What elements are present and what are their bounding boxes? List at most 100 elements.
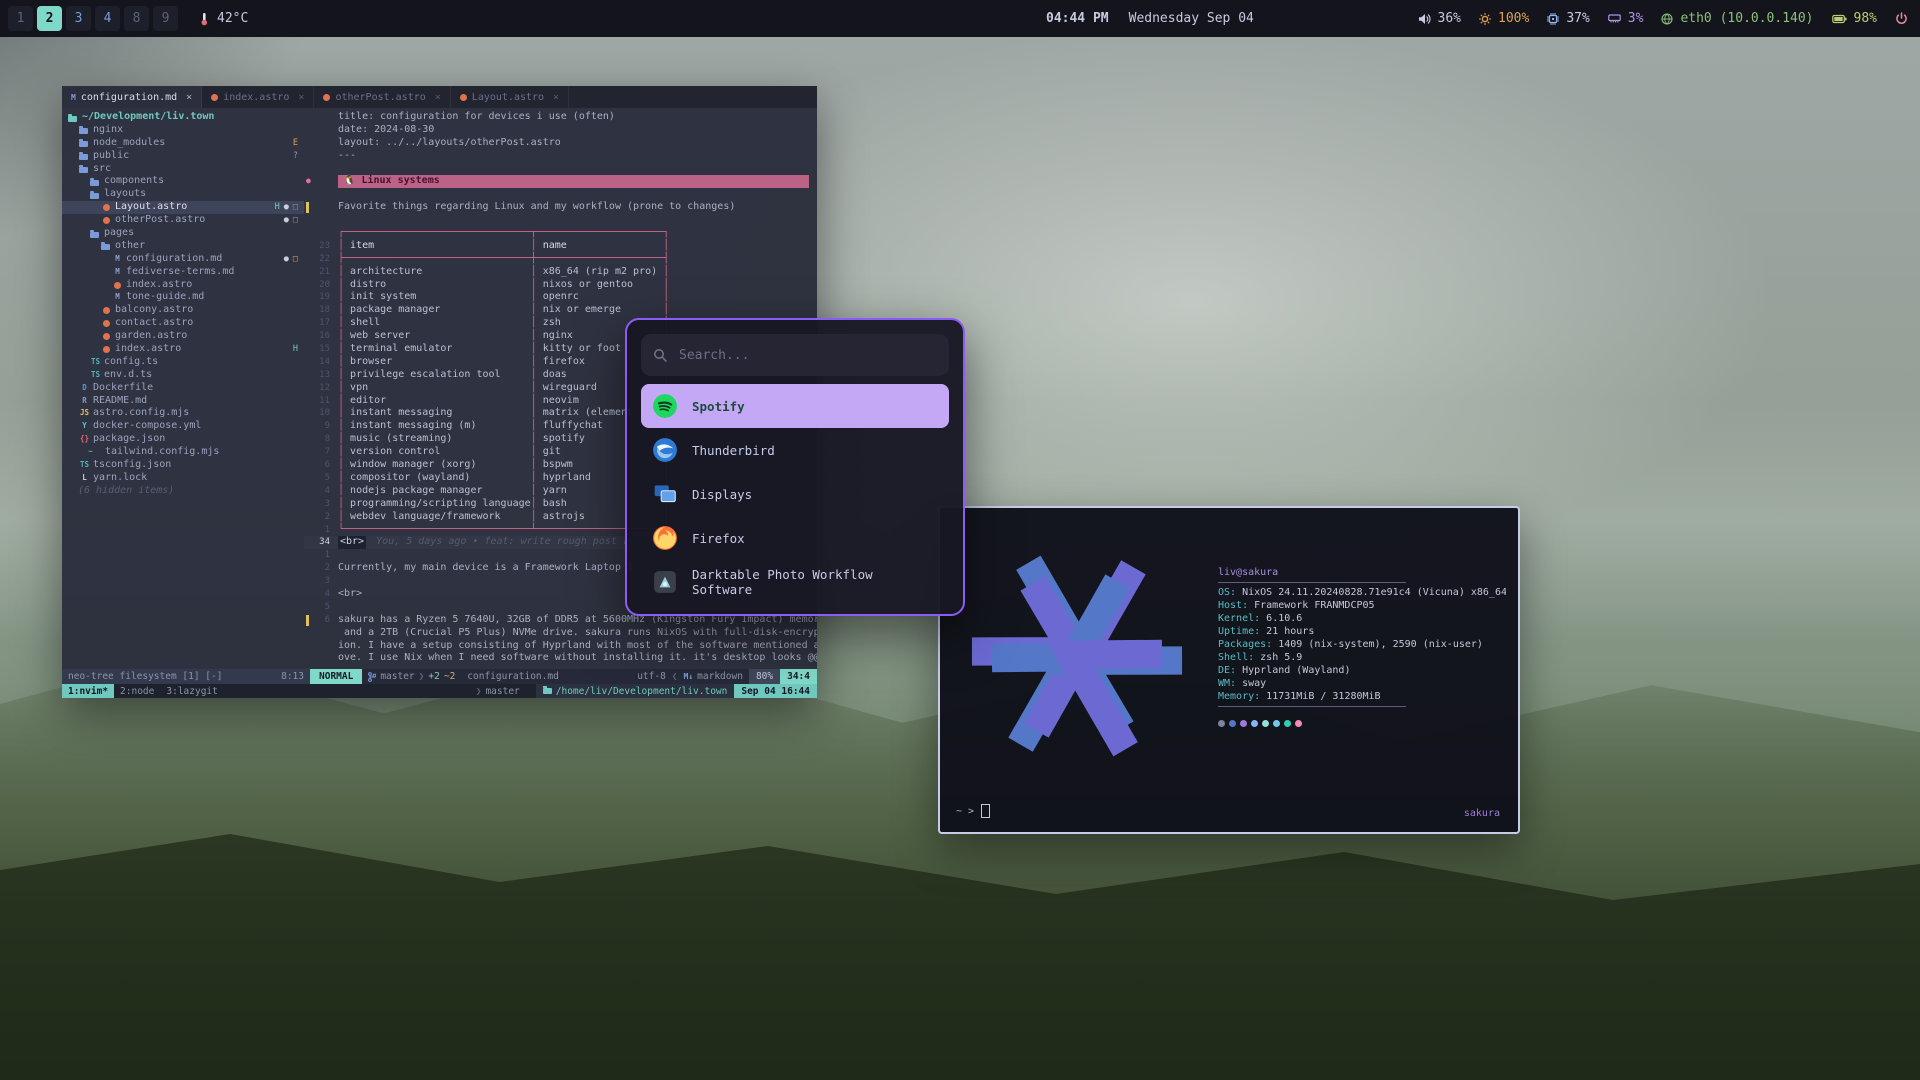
folder-icon [89, 227, 102, 240]
git-branch-segment: master ❯ +2 ~2 [362, 669, 461, 684]
prompt-text: ~ > [956, 805, 974, 818]
tmux-window-1:nvim*[interactable]: 1:nvim* [62, 684, 114, 698]
fetch-palette [1218, 720, 1506, 727]
tree-item-node_modules[interactable]: node_modulesE [62, 137, 304, 150]
workspace-4[interactable]: 4 [95, 6, 120, 31]
tree-item-configuration.md[interactable]: Mconfiguration.md●□ [62, 253, 304, 266]
table-row: 18│ package manager │ nix or emerge │ [304, 304, 817, 317]
tmux-window-3:lazygit[interactable]: 3:lazygit [160, 684, 223, 698]
memory-module[interactable]: 3% [1608, 11, 1644, 26]
fetch-line-WM: WM: sway [1218, 677, 1506, 690]
palette-dot [1262, 720, 1269, 727]
workspace-1[interactable]: 1 [8, 6, 33, 31]
table-row: 19│ init system │ openrc │ [304, 291, 817, 304]
workspace-3[interactable]: 3 [66, 6, 91, 31]
tree-item-layouts[interactable]: layouts [62, 188, 304, 201]
launcher-item-displays[interactable]: Displays [641, 472, 949, 516]
editor-tab-index.astro[interactable]: index.astro× [202, 86, 314, 108]
tree-item-fediverse-terms.md[interactable]: Mfediverse-terms.md [62, 266, 304, 279]
power-button[interactable] [1895, 12, 1908, 25]
tree-item-label: docker-compose.yml [93, 420, 201, 433]
docker-file-icon: D [78, 382, 91, 395]
tree-item-otherPost.astro[interactable]: otherPost.astro●□ [62, 214, 304, 227]
tree-item-tone-guide.md[interactable]: Mtone-guide.md [62, 291, 304, 304]
battery-module[interactable]: 98% [1832, 11, 1877, 26]
editor-tab-Layout.astro[interactable]: Layout.astro× [451, 86, 569, 108]
folder-icon [543, 688, 552, 694]
tree-item-README.md[interactable]: RREADME.md [62, 395, 304, 408]
tree-item-Dockerfile[interactable]: DDockerfile [62, 382, 304, 395]
tree-item-tsconfig.json[interactable]: TStsconfig.json [62, 459, 304, 472]
tab-close-icon[interactable]: × [553, 92, 559, 103]
tree-item-src[interactable]: src [62, 163, 304, 176]
palette-dot [1240, 720, 1247, 727]
tree-item-nginx[interactable]: nginx [62, 124, 304, 137]
buffer-line [304, 214, 817, 227]
memory-icon [1608, 13, 1621, 24]
network-module[interactable]: eth0 (10.0.0.140) [1661, 11, 1813, 26]
tree-item-public[interactable]: public? [62, 150, 304, 163]
workspace-2[interactable]: 2 [37, 6, 62, 31]
neotree-position: 8:13 [281, 671, 304, 682]
brightness-module[interactable]: 100% [1479, 11, 1529, 26]
fastfetch-terminal[interactable]: liv@sakura OS: NixOS 24.11.20240828.71e9… [938, 506, 1520, 834]
tree-item-label: contact.astro [115, 317, 193, 330]
tree-item-badges: H●□ [275, 201, 298, 214]
folder-icon [78, 150, 91, 163]
tree-item-other[interactable]: other [62, 240, 304, 253]
tree-item-yarn.lock[interactable]: Lyarn.lock [62, 472, 304, 485]
launcher-item-spotify[interactable]: Spotify [641, 384, 949, 428]
buffer-line [304, 188, 817, 201]
tree-item-(6 hidden items)[interactable]: (6 hidden items) [62, 485, 304, 498]
tree-item-tailwind.config.mjs[interactable]: ~tailwind.config.mjs [62, 446, 304, 459]
tree-item-package.json[interactable]: {}package.json [62, 433, 304, 446]
tree-item-index.astro[interactable]: index.astro [62, 279, 304, 292]
battery-icon [1832, 14, 1847, 24]
tree-item-pages[interactable]: pages [62, 227, 304, 240]
frontmatter-line: title: configuration for devices i use (… [304, 111, 817, 124]
tree-item-components[interactable]: components [62, 175, 304, 188]
cpu-value: 37% [1566, 11, 1589, 26]
tree-item-Layout.astro[interactable]: Layout.astroH●□ [62, 201, 304, 214]
tree-item-balcony.astro[interactable]: balcony.astro [62, 304, 304, 317]
launcher-search[interactable] [641, 334, 949, 376]
editor-tab-otherPost.astro[interactable]: otherPost.astro× [314, 86, 450, 108]
lock-file-icon: L [78, 472, 91, 485]
tree-item-label: index.astro [126, 279, 192, 292]
tab-close-icon[interactable]: × [298, 92, 304, 103]
tree-item-label: yarn.lock [93, 472, 147, 485]
editor-tab-configuration.md[interactable]: Mconfiguration.md× [62, 86, 202, 108]
workspace-9[interactable]: 9 [153, 6, 178, 31]
cpu-module[interactable]: 37% [1547, 11, 1589, 26]
filetype-segment: M↓ markdown [678, 669, 749, 684]
temperature-value: 42°C [217, 11, 248, 26]
tmux-cwd: /home/liv/Development/liv.town [536, 684, 735, 698]
statusline-filename: configuration.md [461, 669, 565, 684]
tab-close-icon[interactable]: × [186, 92, 192, 103]
tab-close-icon[interactable]: × [435, 92, 441, 103]
git-branch-name: master [380, 671, 414, 682]
tree-item-contact.astro[interactable]: contact.astro [62, 317, 304, 330]
tree-root[interactable]: ~/Development/liv.town [62, 111, 304, 124]
tree-item-config.ts[interactable]: TSconfig.ts [62, 356, 304, 369]
table-separator: 22├───────────────────────────────┼─────… [304, 253, 817, 266]
table-header: 23│ item │ name │ [304, 240, 817, 253]
shell-prompt[interactable]: ~ > [956, 804, 990, 818]
tree-item-env.d.ts[interactable]: TSenv.d.ts [62, 369, 304, 382]
launcher-item-thunderbird[interactable]: Thunderbird [641, 428, 949, 472]
launcher-item-firefox[interactable]: Firefox [641, 516, 949, 560]
tree-item-astro.config.mjs[interactable]: JSastro.config.mjs [62, 407, 304, 420]
launcher-item-darktable[interactable]: Darktable Photo Workflow Software [641, 560, 949, 604]
volume-module[interactable]: 36% [1418, 11, 1461, 26]
tmux-window-2:node[interactable]: 2:node [114, 684, 160, 698]
frontmatter-line: --- [304, 150, 817, 163]
displays-icon [652, 481, 678, 507]
folder-icon [78, 124, 91, 137]
intro-line: Favorite things regarding Linux and my w… [304, 201, 817, 214]
astro-file-icon [100, 343, 113, 356]
workspace-8[interactable]: 8 [124, 6, 149, 31]
search-input[interactable] [677, 347, 937, 364]
tree-item-docker-compose.yml[interactable]: Ydocker-compose.yml [62, 420, 304, 433]
tree-item-index.astro[interactable]: index.astroH [62, 343, 304, 356]
tree-item-garden.astro[interactable]: garden.astro [62, 330, 304, 343]
